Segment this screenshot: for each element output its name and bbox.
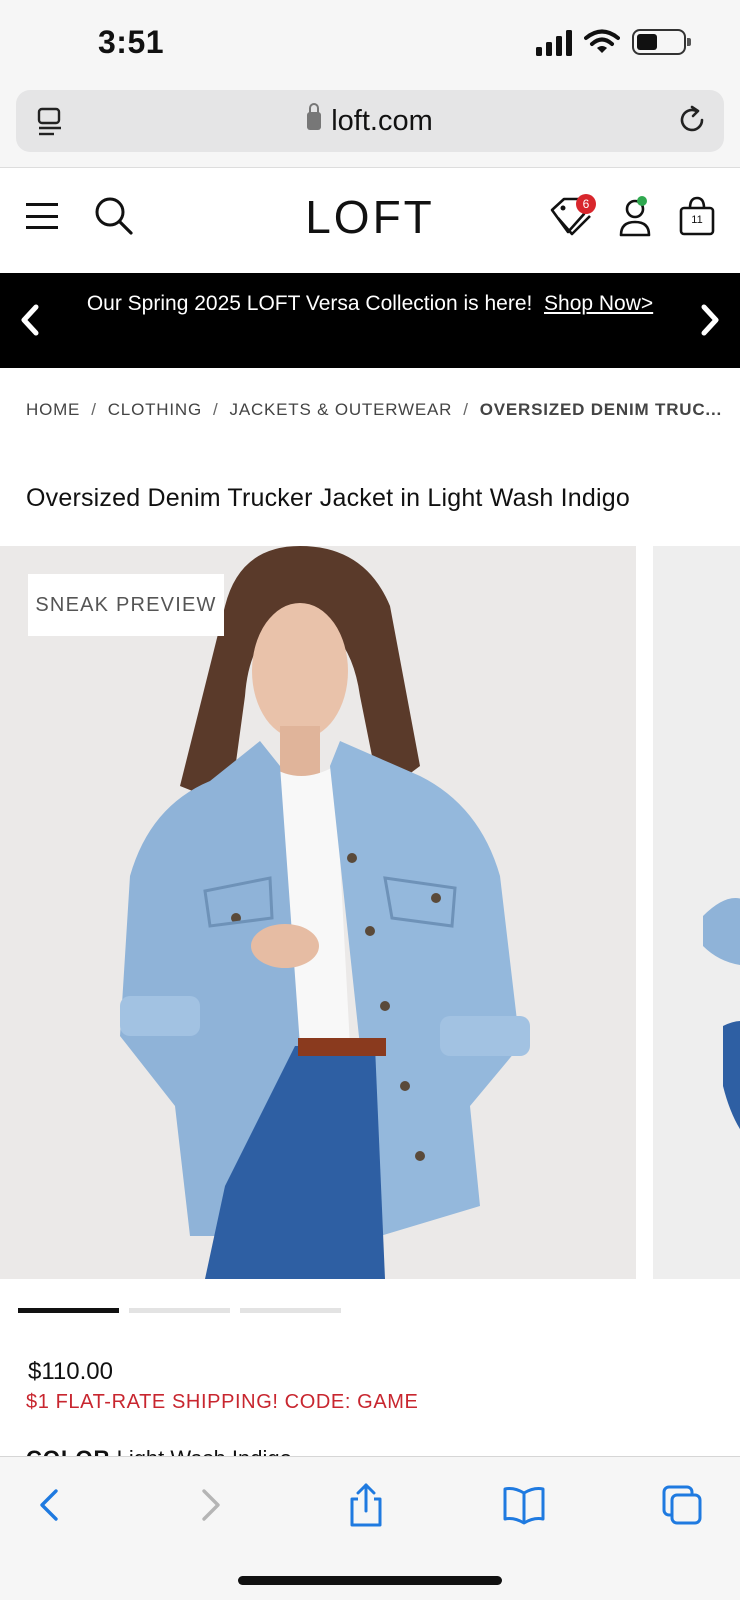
carousel-indicators [18, 1308, 341, 1313]
breadcrumb-home[interactable]: HOME [26, 400, 80, 419]
breadcrumb-clothing[interactable]: CLOTHING [108, 400, 202, 419]
shop-now-link[interactable]: Shop Now> [544, 292, 653, 315]
reload-icon[interactable] [676, 104, 708, 136]
site-header: LOFT 6 11 [0, 168, 740, 273]
bookmarks-icon[interactable] [502, 1483, 546, 1527]
breadcrumb-current: OVERSIZED DENIM TRUC... [479, 400, 722, 419]
battery-icon [632, 29, 691, 55]
product-title: Oversized Denim Trucker Jacket in Light … [26, 484, 630, 512]
product-image[interactable]: SNEAK PREVIEW [0, 546, 636, 1279]
promo-banner: Our Spring 2025 LOFT Versa Collection is… [0, 273, 740, 368]
offers-badge: 6 [576, 194, 596, 214]
status-time: 3:51 [98, 24, 165, 60]
status-bar: 3:51 [0, 0, 740, 86]
promo-message: Our Spring 2025 LOFT Versa Collection is… [76, 291, 664, 317]
chevron-left-icon[interactable] [14, 301, 48, 339]
shipping-promo: $1 FLAT-RATE SHIPPING! CODE: GAME [26, 1391, 419, 1413]
back-icon[interactable] [28, 1483, 72, 1527]
carousel-dot-1[interactable] [18, 1308, 119, 1313]
tabs-icon[interactable] [660, 1483, 704, 1527]
status-icons [536, 28, 691, 56]
carousel-dot-3[interactable] [240, 1308, 341, 1313]
url-text: loft.com [331, 105, 433, 137]
address-bar[interactable]: loft.com [16, 90, 724, 152]
cellular-signal-icon [536, 28, 572, 56]
next-photo-preview [653, 546, 740, 1279]
chevron-right-icon[interactable] [692, 301, 726, 339]
home-indicator [238, 1576, 502, 1585]
account-icon[interactable] [618, 196, 654, 238]
bag-count: 11 [691, 214, 703, 226]
carousel-dot-2[interactable] [129, 1308, 230, 1313]
product-image-carousel[interactable]: SNEAK PREVIEW [0, 546, 740, 1279]
promo-text: Our Spring 2025 LOFT Versa Collection is… [86, 292, 533, 315]
url-display[interactable]: loft.com [16, 103, 724, 138]
product-price: $110.00 [28, 1358, 113, 1385]
sneak-preview-badge: SNEAK PREVIEW [28, 574, 224, 636]
model-photo [0, 546, 636, 1279]
next-product-image[interactable] [653, 546, 740, 1279]
browser-chrome: loft.com [0, 86, 740, 168]
share-icon[interactable] [344, 1483, 388, 1527]
breadcrumb: HOME / CLOTHING / JACKETS & OUTERWEAR / OVERSI… [26, 400, 722, 419]
forward-icon[interactable] [188, 1483, 232, 1527]
wifi-icon [584, 29, 620, 53]
breadcrumb-jackets[interactable]: JACKETS & OUTERWEAR [230, 400, 453, 419]
lock-icon [307, 103, 322, 130]
